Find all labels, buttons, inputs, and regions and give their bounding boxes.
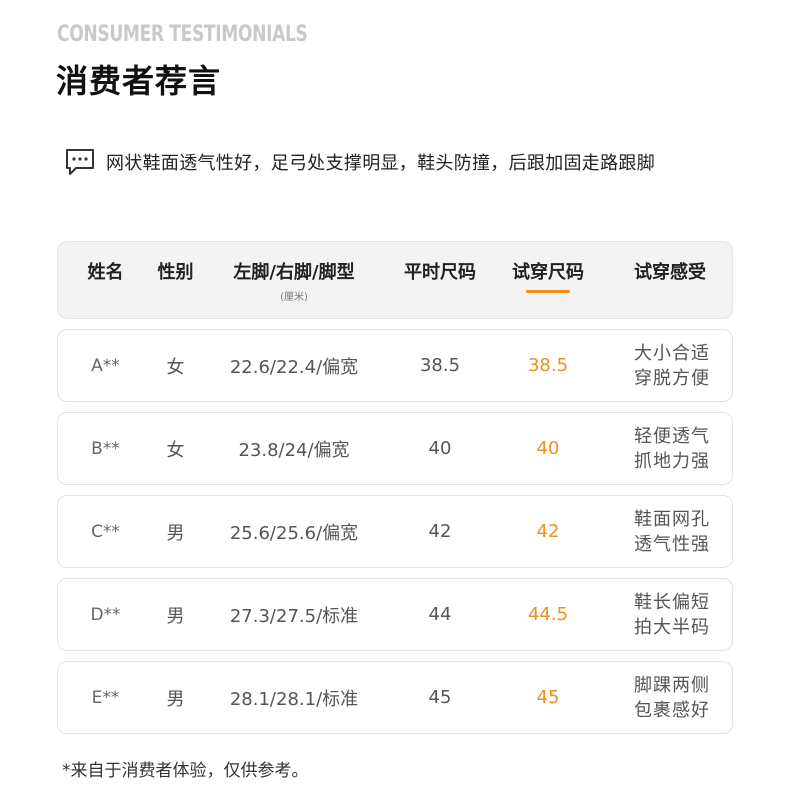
name-cell: E** [91, 687, 120, 708]
testimonials-page: CONSUMER TESTIMONIALS 消费者荐言 网状鞋面透气性好，足弓处… [0, 0, 790, 798]
foot-cell: 25.6/25.6/偏宽 [229, 522, 359, 544]
col-usual-size-header: 平时尺码 [404, 262, 476, 283]
name-cell: C** [91, 521, 120, 542]
usual-size-cell: 40 [428, 438, 452, 459]
usual-size-cell: 44 [428, 604, 452, 625]
feeling-cell: 轻便透气 抓地力强 [634, 425, 710, 472]
gender-cell: 女 [166, 356, 185, 378]
col-feeling-header: 试穿感受 [634, 262, 706, 283]
feeling-cell: 大小合适 穿脱方便 [634, 342, 710, 389]
trial-size-cell: 38.5 [527, 355, 569, 376]
col-foot-header: 左脚/右脚/脚型 (厘米) [233, 262, 355, 303]
col-gender-header: 性别 [157, 262, 194, 283]
trial-size-cell: 45 [536, 687, 560, 708]
table-row: D** 男 27.3/27.5/标准 44 44.5 鞋长偏短 拍大半码 [57, 578, 733, 651]
footnote: *来自于消费者体验，仅供参考。 [62, 761, 309, 781]
foot-cell: 22.6/22.4/偏宽 [229, 356, 359, 378]
gender-cell: 男 [166, 605, 185, 627]
page-title: 消费者荐言 [56, 62, 222, 100]
usual-size-cell: 38.5 [419, 355, 461, 376]
gender-cell: 男 [166, 522, 185, 544]
name-cell: D** [90, 604, 121, 625]
quote-text: 网状鞋面透气性好，足弓处支撑明显，鞋头防撞，后跟加固走路跟脚 [106, 153, 655, 174]
feeling-cell: 鞋面网孔 透气性强 [634, 508, 710, 555]
highlight-underline [526, 290, 570, 293]
feeling-cell: 脚踝两侧 包裹感好 [634, 674, 710, 721]
foot-cell: 27.3/27.5/标准 [229, 605, 359, 627]
feeling-cell: 鞋长偏短 拍大半码 [634, 591, 710, 638]
trial-size-cell: 40 [536, 438, 560, 459]
table-row: B** 女 23.8/24/偏宽 40 40 轻便透气 抓地力强 [57, 412, 733, 485]
name-cell: A** [91, 355, 120, 376]
foot-cell: 28.1/28.1/标准 [229, 688, 359, 710]
gender-cell: 女 [166, 439, 185, 461]
foot-cell: 23.8/24/偏宽 [238, 439, 350, 461]
usual-size-cell: 42 [428, 521, 452, 542]
trial-size-cell: 44.5 [527, 604, 569, 625]
table-row: C** 男 25.6/25.6/偏宽 42 42 鞋面网孔 透气性强 [57, 495, 733, 568]
table-header: 姓名 性别 左脚/右脚/脚型 (厘米) 平时尺码 试穿尺码 试穿感受 [57, 241, 733, 319]
section-eyebrow: CONSUMER TESTIMONIALS [57, 22, 308, 47]
foot-unit-label: (厘米) [280, 292, 308, 303]
usual-size-cell: 45 [428, 687, 452, 708]
gender-cell: 男 [166, 688, 185, 710]
chat-bubble-icon [66, 149, 94, 175]
col-trial-size-header: 试穿尺码 [490, 258, 606, 293]
name-cell: B** [91, 438, 120, 459]
trial-size-cell: 42 [536, 521, 560, 542]
quote-row: 网状鞋面透气性好，足弓处支撑明显，鞋头防撞，后跟加固走路跟脚 [64, 148, 655, 176]
table-row: A** 女 22.6/22.4/偏宽 38.5 38.5 大小合适 穿脱方便 [57, 329, 733, 402]
col-name-header: 姓名 [87, 262, 124, 283]
table-row: E** 男 28.1/28.1/标准 45 45 脚踝两侧 包裹感好 [57, 661, 733, 734]
